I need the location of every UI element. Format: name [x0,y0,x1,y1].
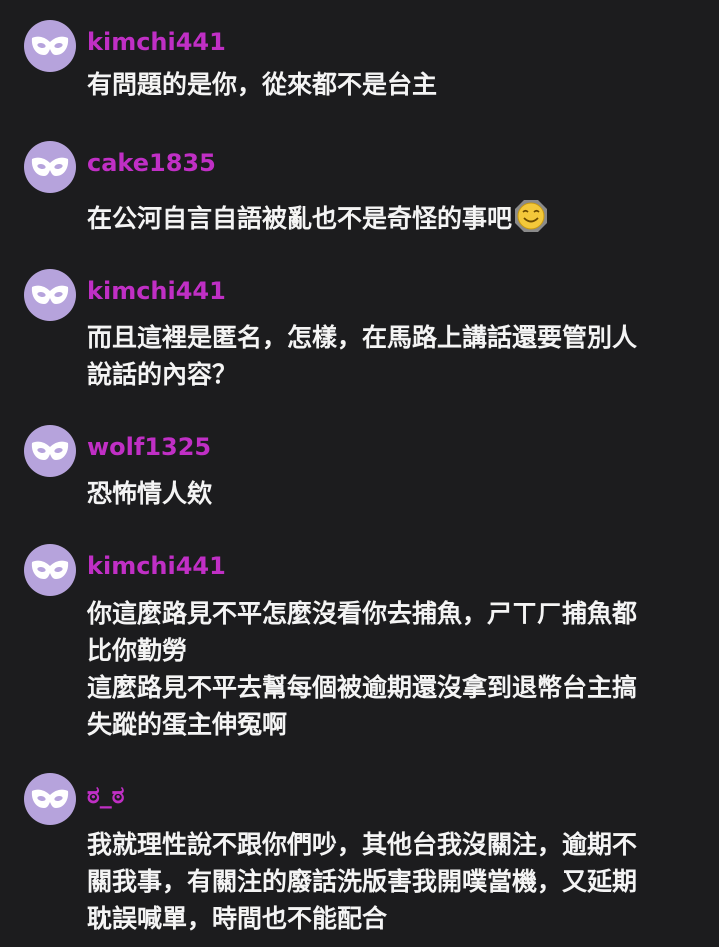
mask-icon [31,285,69,304]
message-line: 失蹤的蛋主伸冤啊 [87,710,288,739]
message-line: 你這麼路見不平怎麼沒看你去捕魚，ㄕㄒㄏ捕魚都 [87,599,638,628]
grinning-face-emoji-icon [515,200,548,232]
message-line: 在公河自言自語被亂也不是奇怪的事吧 [87,199,697,237]
message-text: 有問題的是你，從來都不是台主 [87,66,697,103]
avatar[interactable] [24,20,76,72]
username[interactable]: kimchi441 [87,550,226,582]
avatar[interactable] [24,425,76,477]
avatar[interactable] [24,269,76,321]
message-line: 關我事，有關注的廢話洗版害我開噗當機，又延期 [87,867,638,896]
username[interactable]: wolf1325 [87,431,211,463]
avatar[interactable] [24,141,76,193]
avatar[interactable] [24,773,76,825]
message-line: 這麼路見不平去幫每個被逾期還沒拿到退幣台主搞 [87,673,638,702]
message-line: 而且這裡是匿名，怎樣，在馬路上講話還要管別人 [87,323,638,352]
message-line: 耽誤喊單，時間也不能配合 [87,904,388,933]
message-line: 比你勤勞 [87,636,188,665]
mask-icon [31,36,69,55]
message-text: 恐怖情人欸 [87,475,697,512]
avatar[interactable] [24,544,76,596]
message-line: 說話的內容？ [87,360,238,389]
username[interactable]: ಠ_ಠ [87,779,124,811]
mask-icon [31,157,69,176]
mask-icon [31,441,69,460]
mask-icon [31,789,69,808]
message-line-text: 在公河自言自語被亂也不是奇怪的事吧 [87,204,513,233]
mask-icon [31,560,69,579]
message-line: 我就理性說不跟你們吵，其他台我沒關注，逾期不 [87,830,638,859]
message-text: 而且這裡是匿名，怎樣，在馬路上講話還要管別人 說話的內容？ [87,319,697,393]
message-text: 在公河自言自語被亂也不是奇怪的事吧 [87,199,697,237]
username[interactable]: kimchi441 [87,26,226,58]
message-line: 恐怖情人欸 [87,479,213,508]
message-line: 有問題的是你，從來都不是台主 [87,70,438,99]
username[interactable]: cake1835 [87,147,216,179]
message-text: 你這麼路見不平怎麼沒看你去捕魚，ㄕㄒㄏ捕魚都 比你勤勞 這麼路見不平去幫每個被逾… [87,595,697,743]
message-text: 我就理性說不跟你們吵，其他台我沒關注，逾期不 關我事，有關注的廢話洗版害我開噗當… [87,826,697,937]
username[interactable]: kimchi441 [87,275,226,307]
